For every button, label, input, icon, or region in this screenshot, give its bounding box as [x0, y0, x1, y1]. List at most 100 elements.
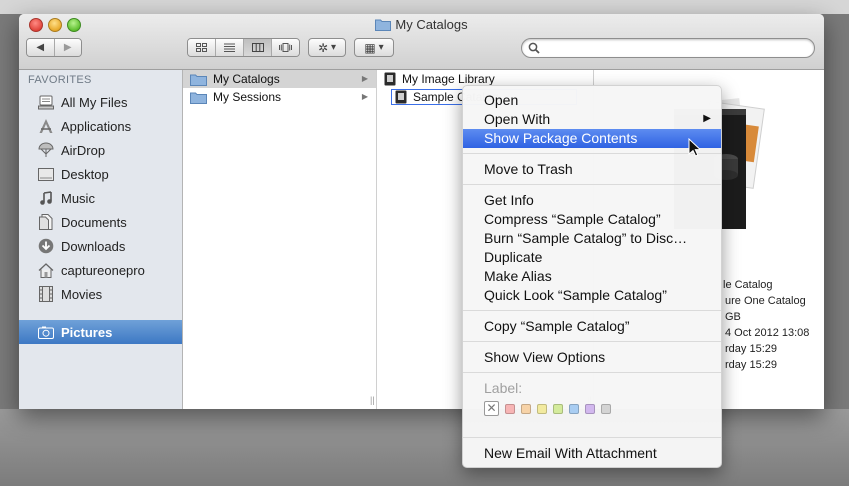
desktop-background [0, 0, 849, 14]
folder-icon [190, 91, 207, 104]
arrange-menu-button[interactable]: ▦ ▾ [354, 38, 394, 57]
menu-separator [463, 310, 721, 311]
music-icon [37, 190, 55, 206]
sidebar-item-music[interactable]: Music [19, 186, 182, 210]
sidebar-item-downloads[interactable]: Downloads [19, 234, 182, 258]
icon-view-button[interactable] [188, 39, 216, 56]
list-view-button[interactable] [216, 39, 244, 56]
preview-value-last-opened: rday 15:29 [725, 359, 777, 371]
home-icon [37, 262, 55, 278]
column-item-label: My Sessions [213, 90, 282, 104]
menu-item-show-package-contents[interactable]: Show Package Contents [463, 129, 721, 148]
menu-item-show-view-options[interactable]: Show View Options [463, 348, 721, 367]
label-gray-swatch[interactable] [601, 403, 611, 414]
arrange-icon: ▦ [364, 40, 376, 55]
column-view-icon [251, 43, 264, 52]
preview-value-kind: ure One Catalog [725, 295, 806, 307]
preview-value-modified: rday 15:29 [725, 343, 777, 355]
label-color-picker: ✕ [484, 401, 611, 416]
label-yellow-swatch[interactable] [537, 403, 547, 414]
label-none-button[interactable]: ✕ [484, 401, 499, 416]
preview-value-size: GB [725, 311, 741, 323]
preview-value-name: le Catalog [723, 279, 773, 291]
sidebar-item-label: Documents [61, 214, 127, 230]
label-purple-swatch[interactable] [585, 403, 595, 414]
column-item-my-catalogs[interactable]: My Catalogs ▶ [183, 70, 376, 88]
column-view-button[interactable] [244, 39, 272, 56]
coverflow-view-button[interactable] [272, 39, 299, 56]
back-forward-control: ◀ ▶ [26, 38, 82, 57]
column-item-label: My Catalogs [213, 72, 280, 86]
sidebar-item-label: Downloads [61, 238, 126, 254]
sidebar-item-documents[interactable]: Documents [19, 210, 182, 234]
browser-column-1: My Catalogs ▶ My Sessions ▶ || [183, 70, 377, 409]
label-orange-swatch[interactable] [521, 403, 531, 414]
folder-icon [190, 73, 207, 86]
forward-button[interactable]: ▶ [54, 39, 81, 56]
sidebar: FAVORITES All My Files Applications AirD… [19, 70, 183, 409]
sidebar-item-label: captureonepro [61, 262, 145, 278]
sidebar-item-label: Desktop [61, 166, 109, 182]
column-item-my-sessions[interactable]: My Sessions ▶ [183, 88, 376, 106]
menu-separator [463, 341, 721, 342]
title-bar: My Catalogs ◀ ▶ ✲ ▾ ▦ ▾ [19, 14, 824, 70]
window-title-text: My Catalogs [395, 17, 468, 32]
airdrop-icon [37, 142, 55, 158]
gear-icon: ✲ [317, 40, 329, 55]
pictures-icon [37, 324, 55, 340]
menu-item-move-to-trash[interactable]: Move to Trash [463, 160, 721, 179]
menu-separator [463, 372, 721, 373]
menu-item-make-alias[interactable]: Make Alias [463, 267, 721, 286]
downloads-icon [37, 238, 55, 254]
catalog-icon [384, 72, 396, 86]
label-red-swatch[interactable] [505, 403, 515, 414]
menu-item-copy[interactable]: Copy “Sample Catalog” [463, 317, 721, 336]
sidebar-item-desktop[interactable]: Desktop [19, 162, 182, 186]
menu-separator [463, 437, 721, 438]
disclosure-arrow-icon: ▶ [361, 92, 368, 101]
applications-icon [37, 118, 55, 134]
context-menu: Open Open With ▶ Show Package Contents Mo… [462, 85, 722, 468]
sidebar-item-label: Pictures [61, 324, 113, 340]
chevron-down-icon: ▾ [331, 42, 337, 53]
chevron-down-icon: ▾ [378, 42, 384, 53]
label-green-swatch[interactable] [553, 403, 563, 414]
search-icon [528, 42, 540, 54]
view-mode-control [187, 38, 300, 57]
search-input[interactable] [544, 40, 808, 58]
documents-icon [37, 214, 55, 230]
menu-item-new-email-with-attachment[interactable]: New Email With Attachment [463, 444, 721, 463]
label-blue-swatch[interactable] [569, 403, 579, 414]
disclosure-arrow-icon: ▶ [361, 74, 368, 83]
sidebar-item-applications[interactable]: Applications [19, 114, 182, 138]
mouse-pointer-icon [688, 138, 700, 157]
sidebar-item-pictures[interactable]: Pictures [19, 320, 182, 344]
sidebar-item-all-my-files[interactable]: All My Files [19, 90, 182, 114]
sidebar-item-airdrop[interactable]: AirDrop [19, 138, 182, 162]
sidebar-item-movies[interactable]: Movies [19, 282, 182, 306]
sidebar-item-label: All My Files [61, 94, 128, 110]
icon-view-icon [196, 43, 207, 52]
list-view-icon [224, 43, 235, 52]
menu-item-compress[interactable]: Compress “Sample Catalog” [463, 210, 721, 229]
all-files-icon [37, 94, 55, 110]
back-button[interactable]: ◀ [27, 39, 55, 56]
sidebar-item-label: Music [61, 190, 95, 206]
menu-item-open-with[interactable]: Open With ▶ [463, 110, 721, 129]
menu-item-duplicate[interactable]: Duplicate [463, 248, 721, 267]
menu-item-burn-to-disc[interactable]: Burn “Sample Catalog” to Disc… [463, 229, 721, 248]
movies-icon [37, 286, 55, 302]
sidebar-item-label: Movies [61, 286, 103, 302]
menu-item-quick-look[interactable]: Quick Look “Sample Catalog” [463, 286, 721, 305]
action-menu-button[interactable]: ✲ ▾ [308, 38, 346, 57]
preview-value-created: 4 Oct 2012 13:08 [725, 327, 810, 339]
column-item-label: My Image Library [402, 72, 495, 86]
search-field[interactable] [521, 38, 815, 58]
menu-item-get-info[interactable]: Get Info [463, 191, 721, 210]
column-resize-handle[interactable]: || [370, 395, 375, 405]
sidebar-item-home[interactable]: captureonepro [19, 258, 182, 282]
folder-icon [375, 18, 392, 34]
sidebar-item-label: Applications [61, 118, 132, 134]
window-title: My Catalogs [19, 17, 824, 34]
menu-item-open[interactable]: Open [463, 91, 721, 110]
